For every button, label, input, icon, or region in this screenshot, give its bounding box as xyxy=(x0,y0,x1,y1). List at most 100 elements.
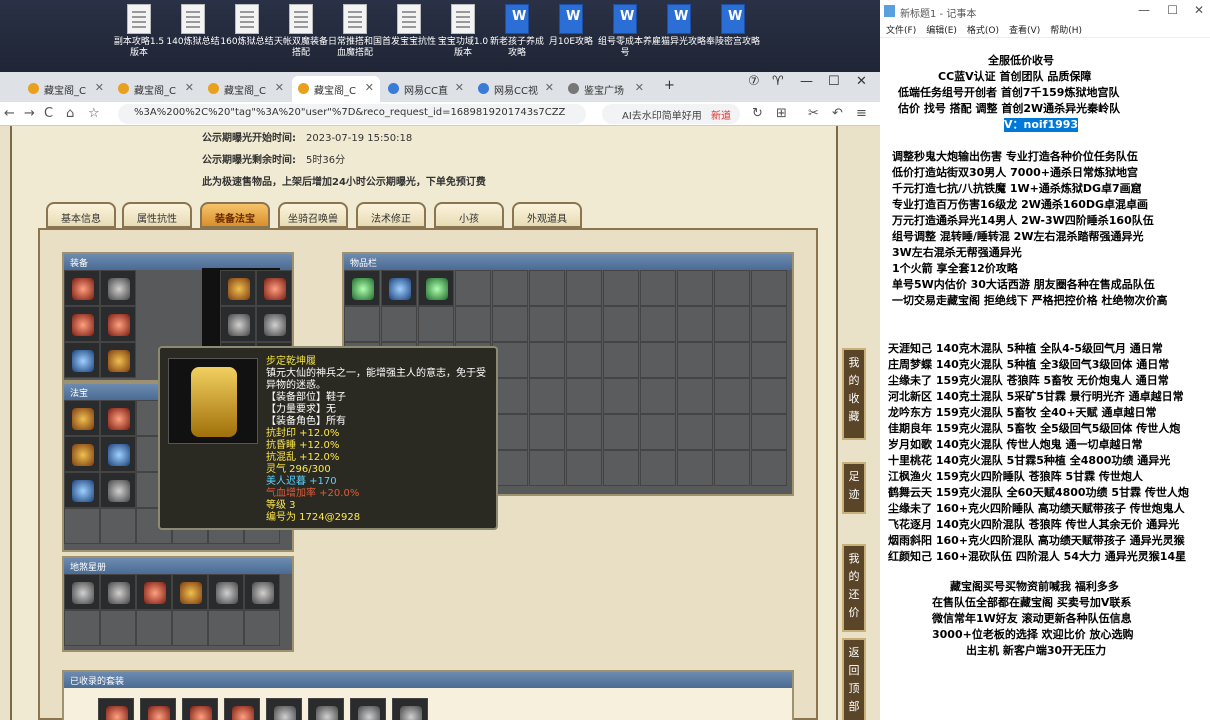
back-to-top-button[interactable]: 返回顶部 xyxy=(842,638,866,720)
contact-wechat[interactable]: V：noif1993 xyxy=(1004,118,1079,132)
close-tab-icon[interactable]: ✕ xyxy=(185,81,194,94)
close-tab-icon[interactable]: ✕ xyxy=(365,81,374,94)
close-tab-icon[interactable]: ✕ xyxy=(95,81,104,94)
suit-item[interactable] xyxy=(140,698,176,720)
browser-tab-3[interactable]: 藏宝阁_C ✕ xyxy=(292,76,380,102)
desktop-icon-8[interactable]: 月10E攻略 xyxy=(544,4,598,48)
notepad-listing-line: 红颜知己 160+混砍队伍 四阶混人 54大力 通异光灵猴14星 xyxy=(888,550,1187,563)
close-tab-icon[interactable]: ✕ xyxy=(545,81,554,94)
equipment-item[interactable] xyxy=(100,270,136,306)
desktop-icon-7[interactable]: 新老孩子养成攻略 xyxy=(490,4,544,59)
minimize-button[interactable]: — xyxy=(800,74,813,89)
np-maximize-button[interactable]: ☐ xyxy=(1167,3,1178,17)
treasure-item[interactable] xyxy=(100,400,136,436)
star-icon[interactable]: ☆ xyxy=(88,106,100,121)
suit-item[interactable] xyxy=(392,698,428,720)
footprints-button[interactable]: 足迹 xyxy=(842,462,866,514)
inventory-item[interactable] xyxy=(381,270,417,306)
suit-item[interactable] xyxy=(266,698,302,720)
extension-icon[interactable]: ⊞ xyxy=(776,106,787,121)
np-close-button[interactable]: ✕ xyxy=(1194,3,1204,17)
menu-icon[interactable]: ≡ xyxy=(856,106,867,121)
desktop-icon-4[interactable]: 日常推搭和国血魔搭配 xyxy=(328,4,382,59)
notepad-menu-item[interactable]: 查看(V) xyxy=(1009,26,1040,36)
equipment-item[interactable] xyxy=(256,306,292,342)
reload-icon[interactable]: C xyxy=(44,106,53,121)
earth-treasure-item[interactable] xyxy=(100,574,136,610)
desktop-icon-0[interactable]: 副本攻略1.5版本 xyxy=(112,4,166,59)
notepad-menu-item[interactable]: 编辑(E) xyxy=(926,26,957,36)
inventory-item[interactable] xyxy=(344,270,380,306)
notepad-menu-item[interactable]: 帮助(H) xyxy=(1050,26,1082,36)
maximize-button[interactable]: ☐ xyxy=(828,74,840,89)
suit-item[interactable] xyxy=(224,698,260,720)
new-tab-button[interactable]: + xyxy=(664,78,675,93)
my-favorites-button[interactable]: 我的收藏 xyxy=(842,348,866,440)
tab-1[interactable]: 属性抗性 xyxy=(122,202,192,228)
search-field[interactable]: AI去水印简单好用 新道 xyxy=(602,104,740,124)
browser-tab-5[interactable]: 网易CC视 ✕ xyxy=(472,76,560,102)
tab-2[interactable]: 装备法宝 xyxy=(200,202,270,228)
notepad-text[interactable]: 全服低价收号 CC蓝V认证 首创团队 品质保障 低端任务组号开创者 首创7千159炼… xyxy=(880,40,1210,720)
tab-4[interactable]: 法术修正 xyxy=(356,202,426,228)
url-field[interactable]: %3A%200%2C%20"tag"%3A%20"user"%7D&reco_r… xyxy=(118,104,586,124)
treasure-item[interactable] xyxy=(100,436,136,472)
earth-treasure-item[interactable] xyxy=(172,574,208,610)
earth-treasure-item[interactable] xyxy=(244,574,280,610)
my-bargain-button[interactable]: 我的还价 xyxy=(842,544,866,632)
browser-tab-1[interactable]: 藏宝阁_C ✕ xyxy=(112,76,200,102)
equipment-item[interactable] xyxy=(64,270,100,306)
browser-tab-6[interactable]: 鉴宝广场 ✕ xyxy=(562,76,650,102)
desktop-icon-11[interactable]: 奉陵密宫攻略 xyxy=(706,4,760,48)
suit-item[interactable] xyxy=(350,698,386,720)
equipment-item[interactable] xyxy=(220,306,256,342)
cut-icon[interactable]: ✂ xyxy=(808,106,819,121)
equipment-item[interactable] xyxy=(64,342,100,378)
desktop-icon-6[interactable]: 宝宝功域1.0版本 xyxy=(436,4,490,59)
np-minimize-button[interactable]: — xyxy=(1138,3,1150,17)
close-window-button[interactable]: ✕ xyxy=(856,74,867,89)
earth-treasure-item[interactable] xyxy=(208,574,244,610)
home-icon[interactable]: ⌂ xyxy=(66,106,74,121)
earth-treasure-item[interactable] xyxy=(64,574,100,610)
browser-tab-0[interactable]: 藏宝阁_C ✕ xyxy=(22,76,110,102)
suit-item[interactable] xyxy=(308,698,344,720)
forward-icon[interactable]: → xyxy=(24,106,35,121)
treasure-item[interactable] xyxy=(100,472,136,508)
treasure-item[interactable] xyxy=(64,472,100,508)
desktop-icon-3[interactable]: 天帐双魔装备搭配 xyxy=(274,4,328,59)
equipment-item[interactable] xyxy=(100,342,136,378)
treasure-item[interactable] xyxy=(64,436,100,472)
desktop-icon-2[interactable]: 160炼狱总结 xyxy=(220,4,274,48)
earth-treasure-item[interactable] xyxy=(136,574,172,610)
shirt-icon[interactable]: ♈ xyxy=(772,74,784,89)
undo-icon[interactable]: ↶ xyxy=(832,106,843,121)
notepad-menu-item[interactable]: 文件(F) xyxy=(886,26,916,36)
inventory-empty-slot xyxy=(566,450,602,486)
equipment-item[interactable] xyxy=(256,270,292,306)
tab-0[interactable]: 基本信息 xyxy=(46,202,116,228)
refresh-icon[interactable]: ↻ xyxy=(752,106,763,121)
close-tab-icon[interactable]: ✕ xyxy=(455,81,464,94)
equipment-item[interactable] xyxy=(64,306,100,342)
tab-6[interactable]: 外观道具 xyxy=(512,202,582,228)
desktop-icon-5[interactable]: 首发宝宝抗性 xyxy=(382,4,436,48)
close-tab-icon[interactable]: ✕ xyxy=(275,81,284,94)
desktop-icon-1[interactable]: 140炼狱总结 xyxy=(166,4,220,48)
browser-tab-4[interactable]: 网易CC直 ✕ xyxy=(382,76,470,102)
tab-search-icon[interactable]: ⑦ xyxy=(748,74,760,89)
browser-tab-2[interactable]: 藏宝阁_C ✕ xyxy=(202,76,290,102)
treasure-item[interactable] xyxy=(64,400,100,436)
suit-item[interactable] xyxy=(182,698,218,720)
desktop-icon-10[interactable]: 雇猫异光攻略 xyxy=(652,4,706,48)
tab-3[interactable]: 坐骑召唤兽 xyxy=(278,202,348,228)
close-tab-icon[interactable]: ✕ xyxy=(635,81,644,94)
back-icon[interactable]: ← xyxy=(4,106,15,121)
suit-item[interactable] xyxy=(98,698,134,720)
desktop-icon-9[interactable]: 组号零成本养号 xyxy=(598,4,652,59)
inventory-item[interactable] xyxy=(418,270,454,306)
tab-5[interactable]: 小孩 xyxy=(434,202,504,228)
equipment-item[interactable] xyxy=(220,270,256,306)
equipment-item[interactable] xyxy=(100,306,136,342)
notepad-menu-item[interactable]: 格式(O) xyxy=(967,26,999,36)
